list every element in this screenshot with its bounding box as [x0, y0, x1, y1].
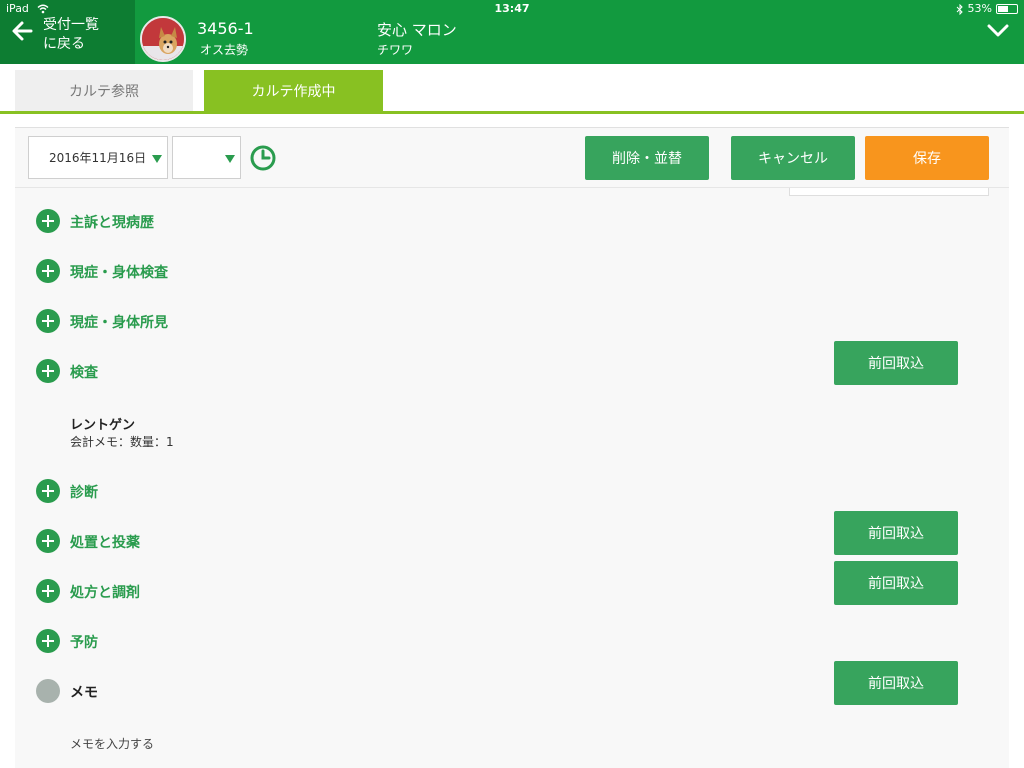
section-tests: 検査 前回取込 [15, 341, 1009, 386]
section-treatment: 処置と投薬 前回取込 [15, 511, 1009, 556]
section-prescription: 処方と調剤 前回取込 [15, 561, 1009, 606]
tab-chart-reference[interactable]: カルテ参照 [15, 70, 193, 112]
dropdown-triangle-icon [152, 155, 162, 163]
tab-bar: カルテ参照 カルテ作成中 [0, 64, 1024, 112]
plus-icon[interactable] [36, 259, 60, 283]
section-title[interactable]: 主訴と現病歴 [70, 212, 154, 232]
section-title[interactable]: 処方と調剤 [70, 582, 140, 602]
patient-sex: オス去勢 [200, 43, 249, 57]
section-prevention: 予防 [15, 626, 1009, 656]
date-select[interactable]: 2016年11月16日 [28, 136, 168, 179]
import-previous-button[interactable]: 前回取込 [834, 341, 958, 385]
import-previous-button[interactable]: 前回取込 [834, 511, 958, 555]
back-label: 受付一覧 に戻る [43, 17, 99, 52]
section-physical-exam: 現症・身体検査 [15, 256, 1009, 286]
section-title[interactable]: 現症・身体検査 [70, 262, 168, 282]
memo-dot-icon [36, 679, 60, 703]
section-title: メモ [70, 685, 98, 701]
section-diagnosis: 診断 [15, 476, 1009, 506]
bluetooth-icon [956, 3, 963, 15]
section-memo: メモ 前回取込 [15, 661, 1009, 706]
delete-reorder-button[interactable]: 削除・並替 [585, 136, 709, 180]
cancel-button[interactable]: キャンセル [731, 136, 855, 180]
exam-entry-title[interactable]: レントゲン [70, 414, 135, 433]
tab-chart-editing[interactable]: カルテ作成中 [204, 70, 383, 112]
date-value: 2016年11月16日 [49, 151, 147, 165]
clock-icon[interactable] [250, 145, 276, 171]
chevron-down-icon[interactable] [987, 24, 1009, 38]
plus-icon[interactable] [36, 479, 60, 503]
plus-icon[interactable] [36, 579, 60, 603]
save-button[interactable]: 保存 [865, 136, 989, 180]
import-previous-button[interactable]: 前回取込 [834, 561, 958, 605]
patient-breed: チワワ [377, 43, 414, 57]
dropdown-triangle-icon [225, 155, 235, 163]
plus-icon[interactable] [36, 209, 60, 233]
section-title[interactable]: 予防 [70, 632, 98, 652]
section-title[interactable]: 診断 [70, 482, 98, 502]
battery-icon [996, 4, 1018, 14]
section-physical-findings: 現症・身体所見 [15, 306, 1009, 336]
dog-photo [142, 18, 184, 60]
exam-entry-note: 会計メモ：数量：1 [70, 435, 174, 449]
owner-patient-name: 安心 マロン [377, 21, 457, 39]
plus-icon[interactable] [36, 359, 60, 383]
section-title[interactable]: 検査 [70, 362, 98, 382]
section-title[interactable]: 処置と投薬 [70, 532, 140, 552]
tab-underline [0, 111, 1024, 114]
time-select[interactable] [172, 136, 241, 179]
memo-input[interactable]: メモを入力する [70, 735, 154, 752]
import-previous-button[interactable]: 前回取込 [834, 661, 958, 705]
status-time: 13:47 [494, 2, 530, 15]
patient-avatar[interactable] [140, 16, 186, 62]
section-chief-complaint: 主訴と現病歴 [15, 206, 1009, 236]
plus-icon[interactable] [36, 629, 60, 653]
section-title[interactable]: 現症・身体所見 [70, 312, 168, 332]
plus-icon[interactable] [36, 529, 60, 553]
chart-editor: 2016年11月16日 削除・並替 キャンセル 保存 主訴と現病歴 現症・身体検… [15, 127, 1009, 768]
patient-id: 3456-1 [197, 19, 254, 38]
battery-level [998, 6, 1008, 12]
arrow-left-icon [12, 21, 33, 41]
app-header: 受付一覧 に戻る iPad 13:47 53% 3456-1 オス去勢 安心 マ… [0, 0, 1024, 64]
status-right: 53% [956, 2, 1018, 16]
plus-icon[interactable] [36, 309, 60, 333]
editor-toolbar: 2016年11月16日 削除・並替 キャンセル 保存 [15, 128, 1009, 188]
battery-percent: 53% [967, 2, 992, 15]
